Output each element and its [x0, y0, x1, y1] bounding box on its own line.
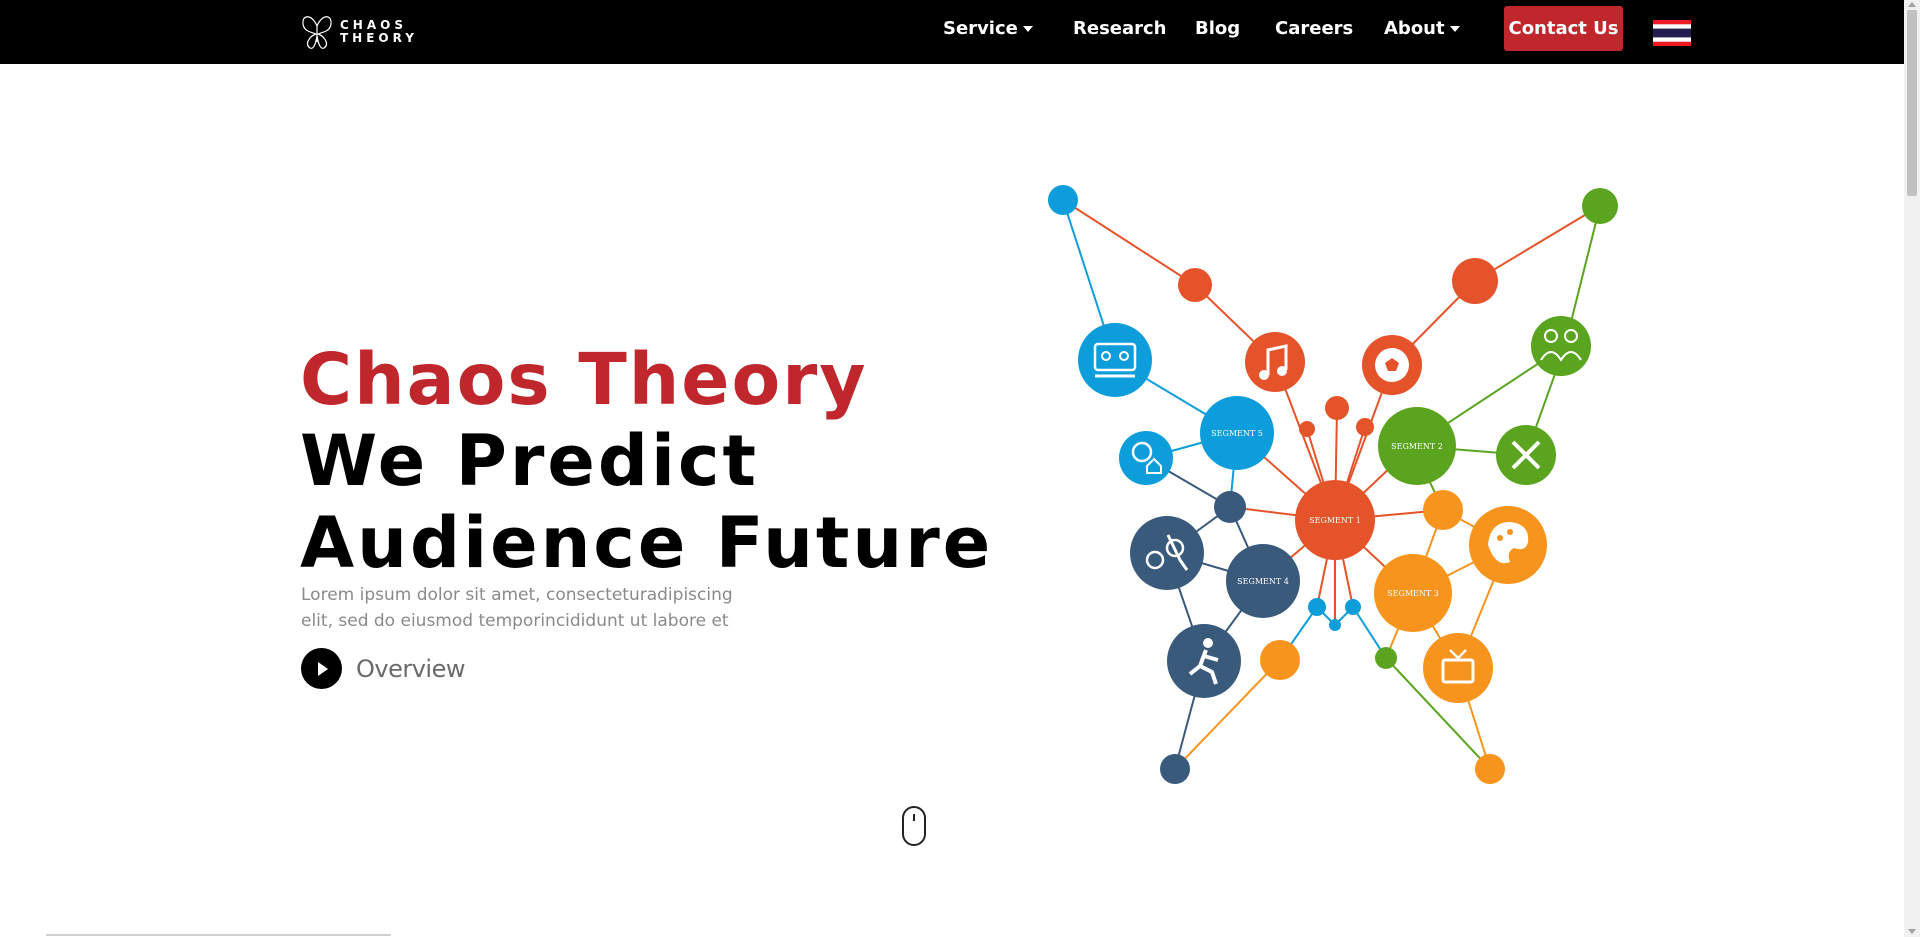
- overview-label: Overview: [356, 654, 466, 683]
- nav-research-label: Research: [1073, 18, 1167, 39]
- nav-about-label: About: [1384, 18, 1445, 39]
- nav-service-label: Service: [943, 18, 1018, 39]
- scroll-up-icon[interactable]: [1908, 2, 1916, 7]
- nav-about[interactable]: About: [1384, 18, 1460, 39]
- segment-3-label: SEGMENT 3: [1387, 589, 1439, 598]
- scroll-down-icon[interactable]: [1908, 929, 1916, 934]
- cycling-icon: [1130, 516, 1204, 590]
- scroll-thumb[interactable]: [1907, 10, 1917, 196]
- tv-icon: [1423, 633, 1493, 703]
- top-navbar: CHAOS THEORY Service Research Blog Caree…: [0, 0, 1904, 64]
- audience-segment-network-graphic: SEGMENT 1 SEGMENT 2 SEGMENT 3 SEGMENT 4 …: [1048, 185, 1618, 784]
- caret-down-icon: [1022, 26, 1033, 32]
- music-note-icon: [1245, 332, 1305, 392]
- hero-title-line3: Audience Future: [300, 502, 994, 584]
- thai-flag-icon[interactable]: [1653, 20, 1691, 46]
- logo-text: CHAOS THEORY: [340, 19, 418, 45]
- play-icon: [301, 648, 342, 689]
- segment-4-label: SEGMENT 4: [1237, 577, 1289, 586]
- nav-service[interactable]: Service: [943, 18, 1033, 39]
- section-divider: [46, 934, 391, 936]
- butterfly-logo-icon: [302, 16, 332, 49]
- segment-5-label: SEGMENT 5: [1211, 429, 1263, 438]
- nav-blog[interactable]: Blog: [1195, 18, 1240, 39]
- utensils-icon: [1496, 425, 1556, 485]
- nav-research[interactable]: Research: [1073, 18, 1167, 39]
- segment-1-label: SEGMENT 1: [1309, 516, 1361, 525]
- nav-blog-label: Blog: [1195, 18, 1241, 39]
- caret-down-icon: [1449, 26, 1460, 32]
- hero-subtitle: Lorem ipsum dolor sit amet, consectetura…: [301, 585, 733, 631]
- hero-title-brand: Chaos Theory: [300, 338, 868, 421]
- logo[interactable]: CHAOS THEORY: [300, 12, 418, 52]
- bed-icon: [1078, 323, 1152, 397]
- segment-2-label: SEGMENT 2: [1391, 442, 1443, 451]
- mouse-icon[interactable]: [901, 805, 927, 847]
- hero-title-line2: We Predict: [300, 420, 759, 502]
- palette-icon: [1469, 506, 1547, 584]
- family-icon: [1531, 316, 1591, 376]
- logo-line2: THEORY: [340, 31, 418, 45]
- overview-button[interactable]: Overview: [301, 648, 466, 689]
- location-home-icon: [1119, 431, 1173, 485]
- runner-icon: [1167, 624, 1241, 698]
- nav-careers[interactable]: Careers: [1275, 18, 1353, 39]
- nav-careers-label: Careers: [1275, 18, 1354, 39]
- soccer-ball-icon: [1362, 335, 1422, 395]
- scrollbar[interactable]: [1904, 0, 1920, 937]
- contact-us-button[interactable]: Contact Us: [1504, 6, 1623, 51]
